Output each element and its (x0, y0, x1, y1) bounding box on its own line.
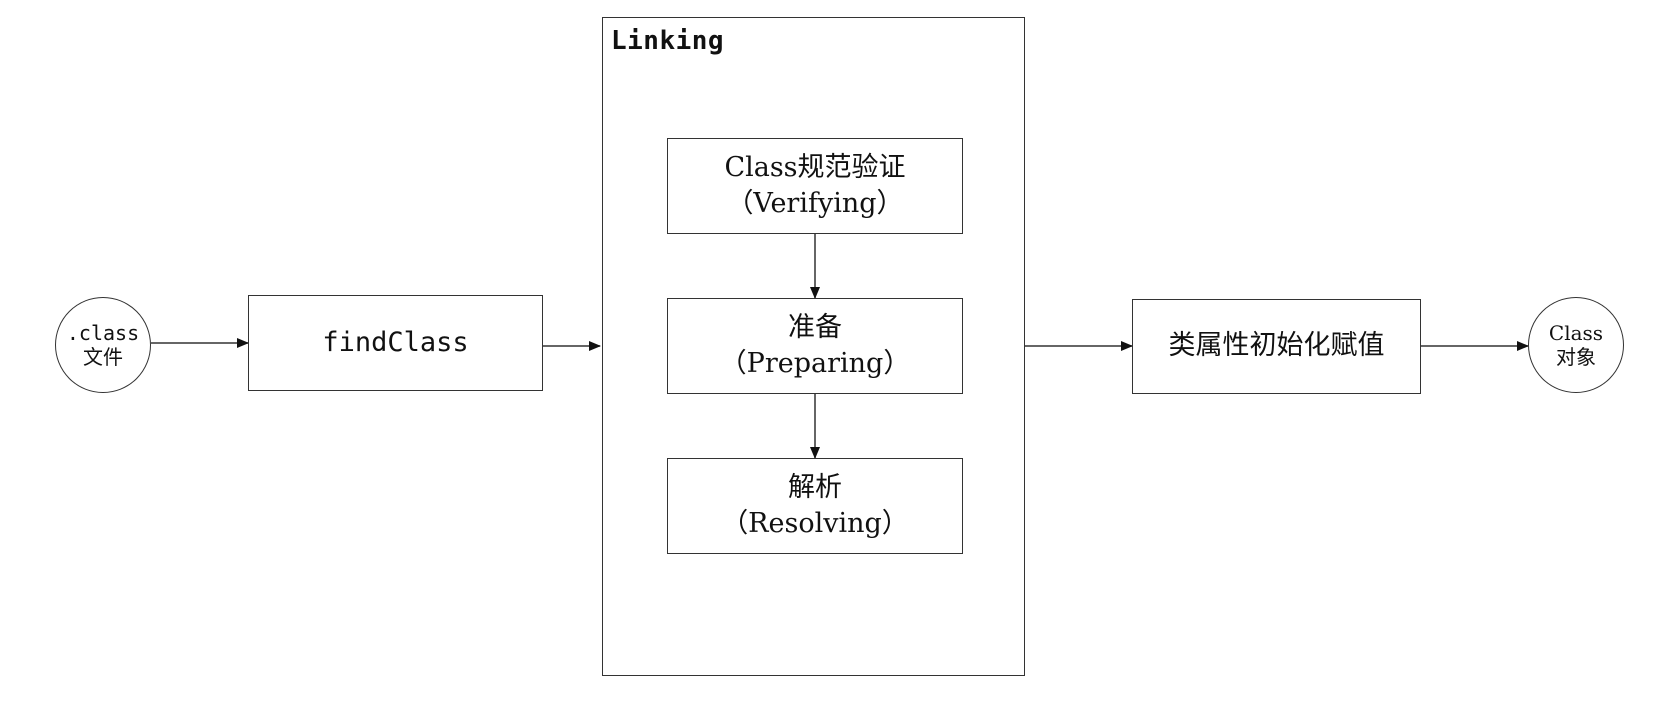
resolving-line2: （Resolving） (721, 508, 909, 539)
init-node: 类属性初始化赋值 (1132, 299, 1421, 394)
findclass-label: findClass (322, 326, 469, 358)
class-file-node: .class 文件 (55, 297, 151, 393)
verifying-line2: （Verifying） (726, 188, 904, 219)
preparing-line2: （Preparing） (719, 348, 911, 379)
preparing-line1: 准备 (788, 311, 842, 343)
class-object-line1: Class (1548, 321, 1604, 345)
init-label: 类属性初始化赋值 (1168, 330, 1385, 362)
resolving-line1: 解析 (788, 471, 842, 503)
class-object-line2: 对象 (1556, 345, 1596, 369)
findclass-node: findClass (248, 295, 543, 391)
class-file-line1: .class (66, 321, 140, 345)
verifying-node: Class规范验证 （Verifying） (667, 138, 963, 234)
preparing-node: 准备 （Preparing） (667, 298, 963, 394)
class-object-node: Class 对象 (1528, 297, 1624, 393)
class-file-line2: 文件 (83, 345, 123, 369)
linking-group-label: Linking (611, 26, 725, 56)
verifying-line1: Class规范验证 (724, 151, 906, 183)
resolving-node: 解析 （Resolving） (667, 458, 963, 554)
linking-flow-diagram: .class 文件 findClass Linking Class规范验证 （V… (0, 0, 1680, 704)
